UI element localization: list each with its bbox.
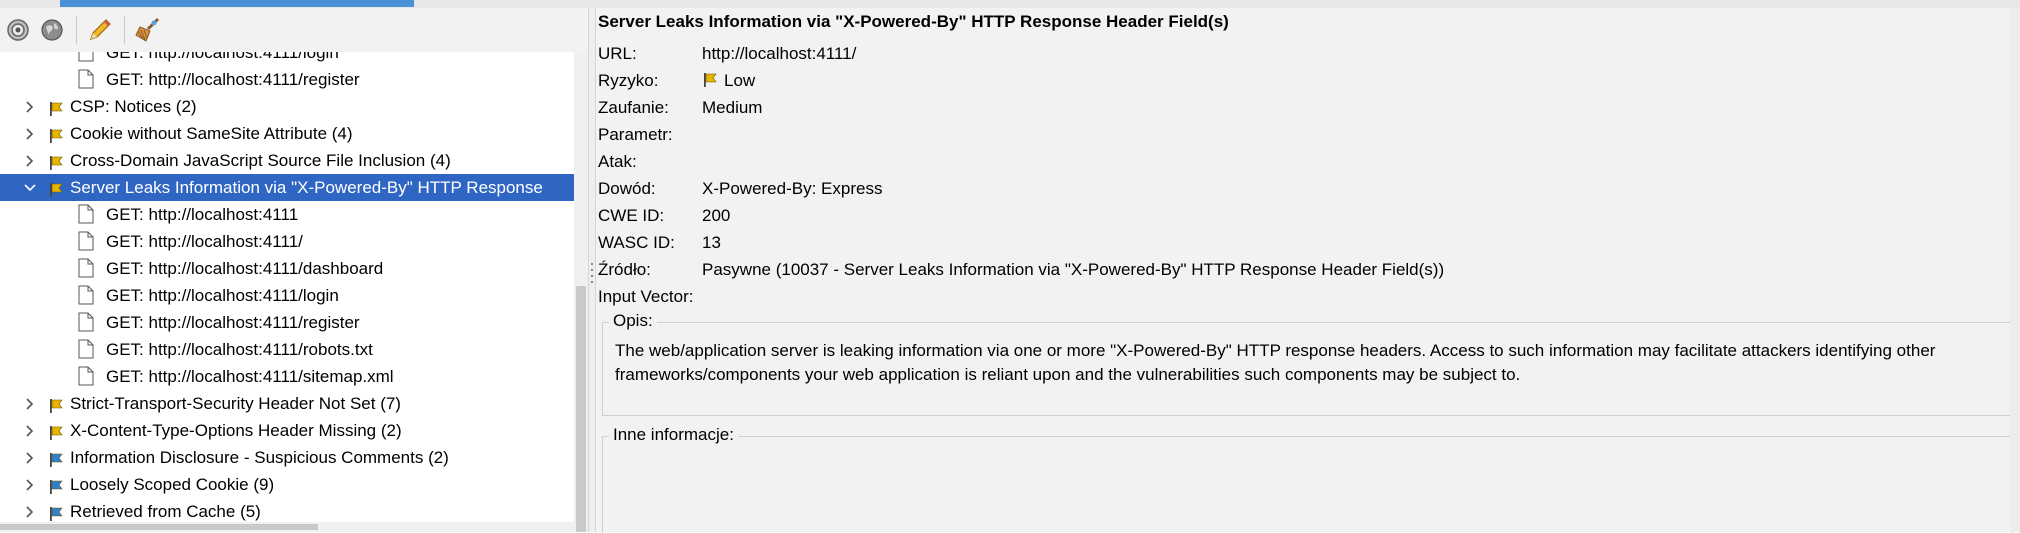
broom-icon[interactable]: [132, 14, 164, 46]
document-icon: [78, 312, 94, 332]
alert-details-panel: Server Leaks Information via "X-Powered-…: [596, 8, 2020, 533]
details-scrollbar[interactable]: [2010, 8, 2020, 532]
tree-item-label: GET: http://localhost:4111/sitemap.xml: [106, 367, 394, 386]
document-icon: [78, 69, 94, 89]
chevron-right-icon[interactable]: [22, 120, 38, 147]
flag-icon: [48, 449, 64, 467]
chevron-right-icon[interactable]: [22, 147, 38, 174]
field-label: Atak:: [598, 152, 637, 171]
field-label: Ryzyko:: [598, 71, 659, 90]
chevron-right-icon[interactable]: [22, 93, 38, 120]
chevron-right-icon[interactable]: [22, 444, 38, 471]
tree-item-label: CSP: Notices (2): [70, 97, 197, 116]
active-tab-indicator: [60, 0, 414, 7]
field-value: 13: [702, 233, 721, 252]
tree-item-label: Loosely Scoped Cookie (9): [70, 475, 275, 494]
document-icon: [78, 231, 94, 251]
field-value: 200: [702, 206, 731, 225]
flag-icon: [48, 125, 64, 143]
tree-item-label: Cookie without SameSite Attribute (4): [70, 124, 353, 143]
chevron-right-icon[interactable]: [22, 390, 38, 417]
flag-icon: [48, 152, 64, 170]
flag-icon: [48, 422, 64, 440]
field-label: CWE ID:: [598, 206, 665, 225]
tree-item-label: GET: http://localhost:4111/: [106, 232, 303, 251]
field-label: Źródło:: [598, 260, 651, 279]
other-info-title: Inne informacje:: [609, 425, 738, 445]
tree-item-label: GET: http://localhost:4111/register: [106, 313, 360, 332]
flag-icon: [48, 179, 64, 197]
document-icon: [78, 204, 94, 224]
document-icon: [78, 366, 94, 386]
alerts-toolbar: [0, 8, 588, 53]
tree-item-label: Cross-Domain JavaScript Source File Incl…: [70, 151, 451, 170]
description-title: Opis:: [609, 311, 657, 331]
tree-item-label: GET: http://localhost:4111/login: [106, 52, 339, 62]
tree-item-label: GET: http://localhost:4111/dashboard: [106, 259, 384, 278]
scrollbar-thumb[interactable]: [0, 524, 318, 530]
toolbar-separator: [124, 16, 125, 44]
tree-item-label: GET: http://localhost:4111/robots.txt: [106, 340, 373, 359]
alerts-tree[interactable]: GET: http://localhost:4111/login GET: htt…: [0, 52, 574, 522]
tree-vertical-scrollbar[interactable]: [574, 52, 588, 532]
field-label: URL:: [598, 44, 637, 63]
pane-splitter[interactable]: [588, 8, 596, 532]
risk-label: Low: [724, 71, 756, 90]
field-label: Zaufanie:: [598, 98, 669, 117]
flag-icon: [48, 98, 64, 116]
field-label: Dowód:: [598, 179, 656, 198]
field-label: Input Vector:: [598, 287, 694, 306]
toolbar-separator: [76, 16, 77, 44]
tree-item-label: GET: http://localhost:4111/login: [106, 286, 339, 305]
document-icon: [78, 285, 94, 305]
field-value: Medium: [702, 98, 763, 117]
tree-item-label: Retrieved from Cache (5): [70, 502, 261, 521]
field-label: WASC ID:: [598, 233, 675, 252]
chevron-down-icon[interactable]: [22, 174, 38, 201]
risk-value: Low: [702, 67, 755, 96]
document-icon: [78, 339, 94, 359]
pencil-icon[interactable]: [84, 14, 116, 46]
chevron-right-icon[interactable]: [22, 498, 38, 522]
field-label: Parametr:: [598, 125, 673, 144]
flag-icon: [702, 69, 718, 96]
target-icon[interactable]: [2, 14, 34, 46]
tree-horizontal-scrollbar[interactable]: [0, 522, 574, 532]
description-text: The web/application server is leaking in…: [615, 341, 1936, 384]
tree-item-label: Server Leaks Information via "X-Powered-…: [70, 178, 543, 197]
document-icon: [78, 52, 94, 62]
chevron-right-icon[interactable]: [22, 471, 38, 498]
flag-icon: [48, 503, 64, 521]
tree-item-label: Strict-Transport-Security Header Not Set…: [70, 394, 401, 413]
flag-icon: [48, 395, 64, 413]
chevron-right-icon[interactable]: [22, 417, 38, 444]
field-value: Pasywne (10037 - Server Leaks Informatio…: [702, 260, 1445, 279]
scrollbar-thumb[interactable]: [576, 286, 586, 532]
document-icon: [78, 258, 94, 278]
globe-icon[interactable]: [36, 14, 68, 46]
tree-item-label: Information Disclosure - Suspicious Comm…: [70, 448, 449, 467]
field-value: X-Powered-By: Express: [702, 179, 883, 198]
alerts-panel: GET: http://localhost:4111/login GET: htt…: [0, 8, 588, 532]
tree-item-label: X-Content-Type-Options Header Missing (2…: [70, 421, 402, 440]
description-group: Opis: The web/application server is leak…: [602, 311, 2012, 416]
tree-alert-item[interactable]: Server Leaks Information via "X-Powered-…: [0, 174, 574, 201]
alert-title: Server Leaks Information via "X-Powered-…: [598, 12, 1229, 31]
other-info-group: Inne informacje:: [602, 425, 2012, 533]
field-value: http://localhost:4111/: [702, 44, 857, 63]
flag-icon: [48, 476, 64, 494]
tree-item-label: GET: http://localhost:4111/register: [106, 70, 360, 89]
tree-item-label: GET: http://localhost:4111: [106, 205, 299, 224]
